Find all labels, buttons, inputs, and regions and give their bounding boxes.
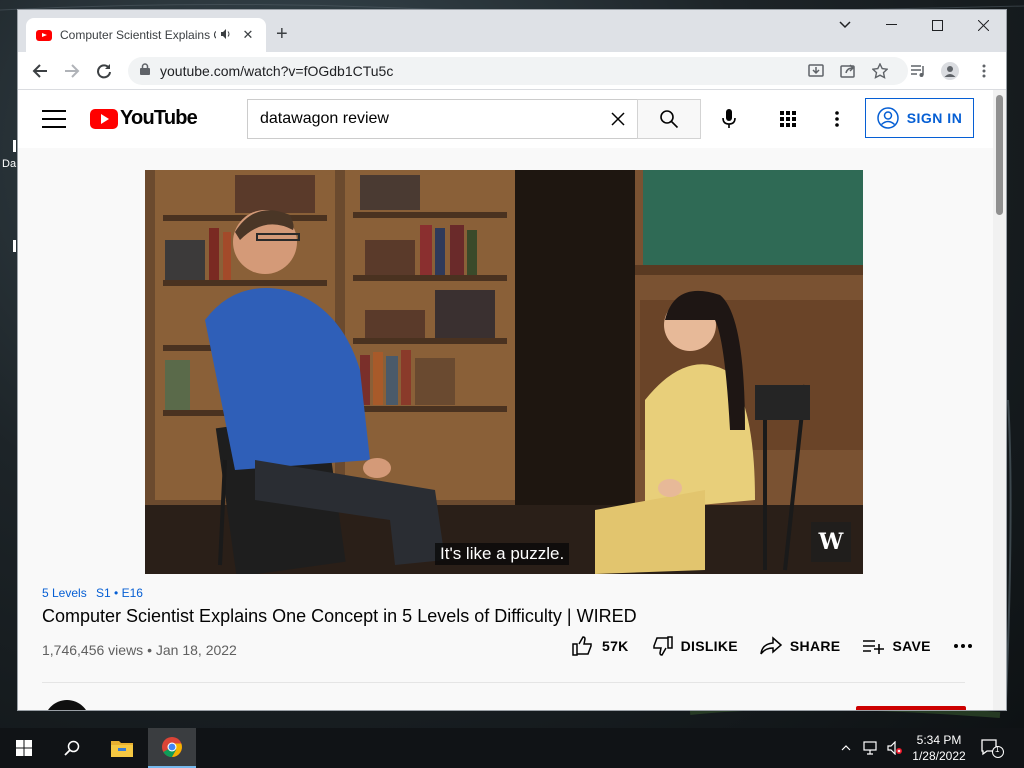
clear-search-icon[interactable] bbox=[598, 112, 638, 126]
dislike-label: DISLIKE bbox=[680, 638, 738, 654]
more-actions-icon[interactable] bbox=[953, 643, 981, 649]
url-text[interactable]: youtube.com/watch?v=fOGdb1CTu5c bbox=[160, 63, 393, 79]
close-tab-icon[interactable]: ✕ bbox=[240, 27, 256, 43]
back-icon[interactable] bbox=[28, 59, 52, 83]
tab-search-icon[interactable] bbox=[822, 10, 868, 40]
clock-time: 5:34 PM bbox=[916, 733, 962, 747]
like-button[interactable]: 57K bbox=[572, 636, 629, 656]
search-input[interactable]: datawagon review bbox=[247, 99, 638, 139]
reload-icon[interactable] bbox=[92, 59, 116, 83]
browser-menu-icon[interactable] bbox=[974, 61, 994, 81]
thumbs-up-icon bbox=[572, 636, 592, 656]
search-icon[interactable] bbox=[48, 728, 96, 768]
scrollbar-thumb[interactable] bbox=[996, 95, 1003, 215]
upload-date: Jan 18, 2022 bbox=[155, 642, 237, 658]
share-label: SHARE bbox=[789, 638, 841, 654]
lock-icon[interactable] bbox=[140, 62, 150, 80]
browser-toolbar: youtube.com/watch?v=fOGdb1CTu5c bbox=[18, 52, 1006, 90]
new-tab-icon[interactable]: + bbox=[276, 23, 288, 45]
desktop-icon-label[interactable]: Da bbox=[2, 158, 16, 170]
sign-in-button[interactable]: SIGN IN bbox=[865, 98, 974, 138]
wired-watermark: W bbox=[811, 522, 851, 562]
notification-count: 1 bbox=[995, 745, 1000, 754]
menu-icon[interactable] bbox=[42, 110, 66, 128]
account-icon bbox=[876, 107, 899, 129]
video-frame bbox=[145, 170, 863, 574]
address-bar[interactable]: youtube.com/watch?v=fOGdb1CTu5c bbox=[128, 57, 908, 85]
minimize-icon[interactable] bbox=[868, 10, 914, 40]
tray-expand-icon[interactable] bbox=[838, 740, 854, 756]
search-icon bbox=[660, 110, 679, 129]
thumbs-down-icon bbox=[652, 636, 673, 656]
video-tags: 5 Levels S1 • E16 bbox=[42, 586, 972, 600]
sign-in-label: SIGN IN bbox=[906, 110, 963, 126]
profile-avatar-icon[interactable] bbox=[940, 61, 960, 81]
save-label: SAVE bbox=[892, 638, 931, 654]
share-page-icon[interactable] bbox=[838, 61, 858, 81]
browser-tab[interactable]: Computer Scientist Explains One Concept … bbox=[26, 18, 266, 52]
page-scrollbar[interactable] bbox=[993, 90, 1006, 710]
action-center-icon[interactable]: 1 bbox=[980, 738, 1004, 758]
video-actions: 57K DISLIKE SHARE SAVE bbox=[572, 636, 993, 656]
video-title: Computer Scientist Explains One Concept … bbox=[42, 606, 637, 626]
browser-window: Computer Scientist Explains One Concept … bbox=[18, 10, 1006, 710]
youtube-favicon-icon bbox=[36, 29, 52, 41]
bookmark-star-icon[interactable] bbox=[870, 61, 890, 81]
volume-muted-icon[interactable] bbox=[886, 740, 904, 756]
video-metadata: 5 Levels S1 • E16 Computer Scientist Exp… bbox=[42, 586, 972, 658]
stats-separator: • bbox=[147, 642, 156, 658]
youtube-wordmark: YouTube bbox=[120, 107, 198, 129]
dislike-button[interactable]: DISLIKE bbox=[651, 636, 738, 656]
tab-strip: Computer Scientist Explains One Concept … bbox=[18, 10, 1006, 52]
search-query[interactable]: datawagon review bbox=[260, 110, 598, 128]
view-count: 1,746,456 views bbox=[42, 642, 144, 658]
forward-icon[interactable] bbox=[60, 59, 84, 83]
video-caption: It's like a puzzle. bbox=[435, 543, 570, 565]
apps-grid-icon[interactable] bbox=[772, 103, 804, 135]
series-link[interactable]: 5 Levels bbox=[42, 586, 87, 600]
microphone-icon[interactable] bbox=[713, 103, 745, 135]
system-clock[interactable]: 5:34 PM 1/28/2022 bbox=[905, 732, 973, 764]
share-icon bbox=[760, 636, 782, 655]
channel-avatar[interactable] bbox=[44, 700, 90, 710]
search-button[interactable] bbox=[637, 99, 701, 139]
content-divider bbox=[42, 682, 965, 683]
youtube-header: YouTube datawagon review SIGN IN bbox=[18, 90, 993, 148]
maximize-icon[interactable] bbox=[914, 10, 960, 40]
clock-date: 1/28/2022 bbox=[912, 749, 966, 763]
like-count: 57K bbox=[602, 638, 629, 654]
playlist-add-icon bbox=[863, 640, 885, 654]
file-explorer-icon[interactable] bbox=[98, 728, 146, 768]
episode-link[interactable]: S1 • E16 bbox=[96, 586, 143, 600]
share-button[interactable]: SHARE bbox=[760, 636, 841, 656]
speaker-icon[interactable] bbox=[220, 28, 234, 43]
save-button[interactable]: SAVE bbox=[862, 636, 930, 656]
video-player[interactable]: It's like a puzzle. W bbox=[145, 170, 863, 574]
tab-title: Computer Scientist Explains One Concept … bbox=[60, 28, 216, 42]
settings-more-icon[interactable] bbox=[821, 103, 853, 135]
install-app-icon[interactable] bbox=[806, 61, 826, 81]
windows-taskbar: 5:34 PM 1/28/2022 1 bbox=[0, 728, 1024, 768]
youtube-play-icon bbox=[90, 108, 118, 129]
chrome-icon[interactable] bbox=[148, 728, 196, 768]
media-controls-icon[interactable] bbox=[908, 61, 928, 81]
video-stats: 1,746,456 views • Jan 18, 2022 bbox=[42, 642, 237, 658]
close-window-icon[interactable] bbox=[960, 10, 1006, 40]
youtube-page: YouTube datawagon review SIGN IN It's li… bbox=[18, 90, 993, 710]
start-icon[interactable] bbox=[0, 728, 48, 768]
desktop-icon-fragment[interactable] bbox=[13, 140, 16, 152]
subscribe-button[interactable] bbox=[856, 706, 966, 710]
desktop-icon-fragment[interactable] bbox=[13, 240, 16, 252]
youtube-logo[interactable]: YouTube bbox=[90, 107, 198, 130]
network-icon[interactable] bbox=[862, 740, 880, 756]
